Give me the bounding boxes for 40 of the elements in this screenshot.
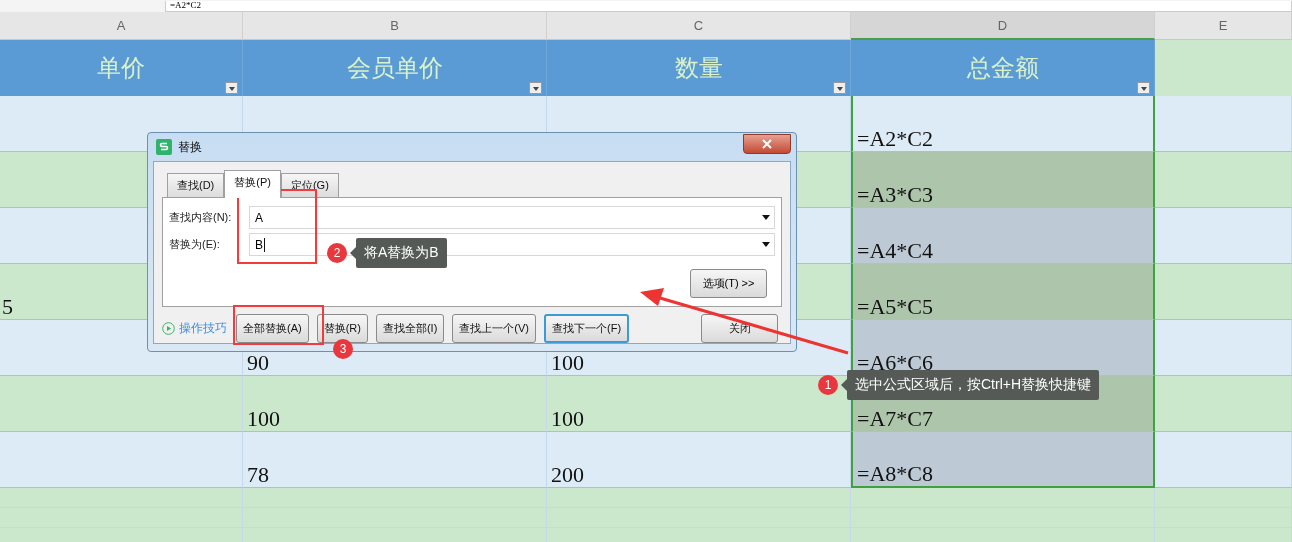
table-cell: =A2*C2: [851, 96, 1155, 152]
field-label: 查找内容(N):: [169, 210, 233, 225]
close-button[interactable]: [743, 134, 791, 154]
table-cell: =A8*C8: [851, 432, 1155, 488]
close-icon: [762, 139, 772, 149]
table-header-cell: 总金额: [851, 40, 1155, 96]
combo-field[interactable]: A: [249, 206, 775, 229]
dialog-button[interactable]: 替换(R): [316, 314, 368, 343]
table-cell: 100: [243, 376, 547, 432]
app-logo-icon: [156, 139, 172, 155]
table-cell: =A4*C4: [851, 208, 1155, 264]
dialog-title: 替换: [178, 138, 202, 156]
filter-dropdown-button[interactable]: [833, 82, 846, 94]
filter-dropdown-button[interactable]: [1137, 82, 1150, 94]
dialog-tab[interactable]: 替换(P): [224, 170, 281, 198]
column-header[interactable]: A: [0, 12, 243, 40]
table-header-cell: 会员单价: [243, 40, 547, 96]
dialog-tab[interactable]: 查找(D): [167, 173, 225, 197]
close-dialog-button[interactable]: 关闭: [701, 314, 778, 343]
column-header[interactable]: E: [1155, 12, 1292, 40]
field-label: 替换为(E):: [169, 237, 221, 252]
dialog-button[interactable]: 查找下一个(F): [544, 314, 630, 343]
dialog-button[interactable]: 查找上一个(V): [452, 314, 536, 343]
filter-dropdown-button[interactable]: [529, 82, 542, 94]
table-cell: 78: [243, 432, 547, 488]
table-cell: =A6*C6: [851, 320, 1155, 376]
options-button[interactable]: 选项(T) >>: [690, 269, 767, 298]
table-header-cell: 单价: [0, 40, 243, 96]
table-cell: =A3*C3: [851, 152, 1155, 208]
filter-dropdown-button[interactable]: [225, 82, 238, 94]
dialog-button[interactable]: 全部替换(A): [236, 314, 309, 343]
table-cell: 200: [547, 432, 851, 488]
table-header-cell: 数量: [547, 40, 851, 96]
table-cell: =A5*C5: [851, 264, 1155, 320]
dialog-button[interactable]: 查找全部(I): [375, 314, 445, 343]
column-header[interactable]: C: [547, 12, 851, 40]
formula-field[interactable]: =A2*C2: [165, 1, 1292, 12]
play-icon: [162, 322, 175, 335]
column-header[interactable]: B: [243, 12, 547, 40]
column-header[interactable]: D: [851, 12, 1155, 40]
